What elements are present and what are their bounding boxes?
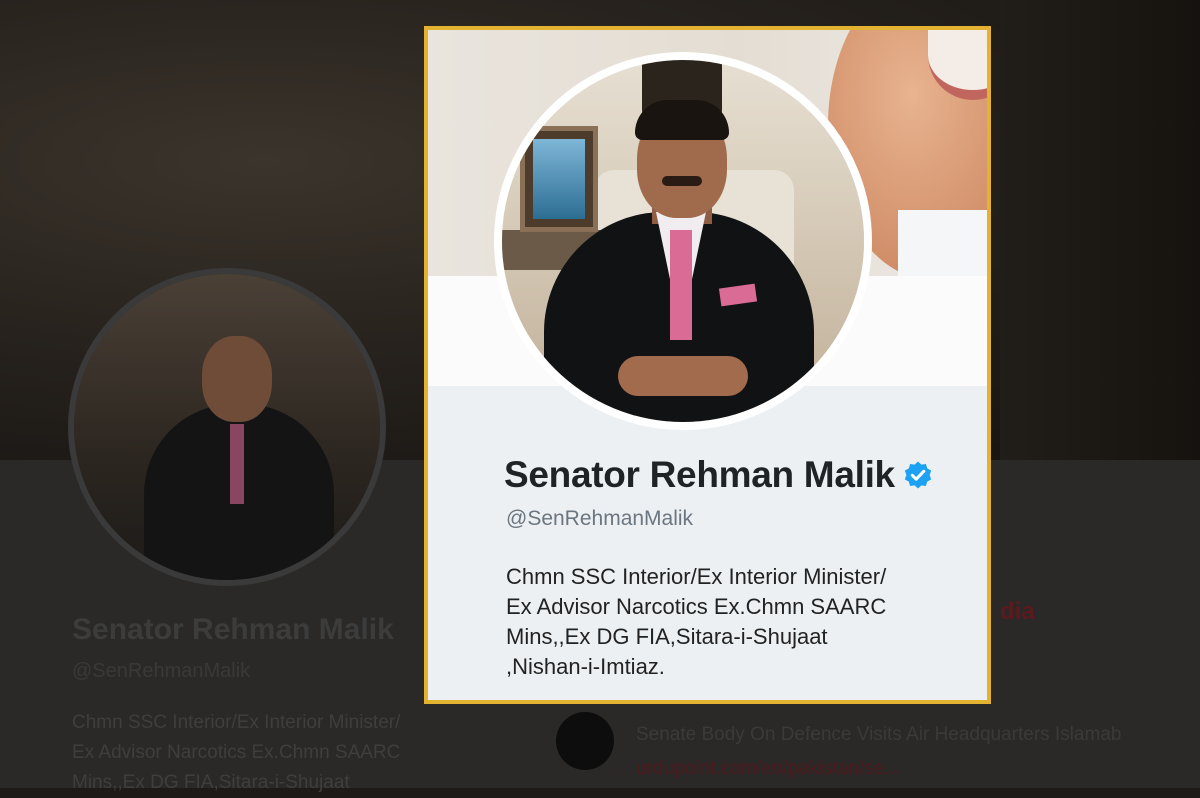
background-profile-bio: Chmn SSC Interior/Ex Interior Minister/ … bbox=[72, 708, 472, 798]
background-media-heading: dia bbox=[1000, 598, 1035, 625]
bio-line: Chmn SSC Interior/Ex Interior Minister/ bbox=[506, 564, 887, 589]
background-bio-line: Chmn SSC Interior/Ex Interior Minister/ bbox=[72, 712, 401, 733]
background-bio-line: Ex Advisor Narcotics Ex.Chmn SAARC bbox=[72, 742, 401, 763]
bio-line: ,Nishan-i-Imtiaz. bbox=[506, 654, 665, 679]
profile-avatar[interactable] bbox=[494, 52, 872, 430]
background-profile-name: Senator Rehman Malik bbox=[72, 613, 394, 646]
verified-badge-icon bbox=[904, 461, 932, 489]
profile-name[interactable]: Senator Rehman Malik bbox=[504, 454, 895, 496]
background-bio-line: Mins,,Ex DG FIA,Sitara-i-Shujaat bbox=[72, 772, 350, 793]
news-url-link[interactable]: urdupoint.com/en/pakistan/se... bbox=[636, 758, 900, 780]
profile-name-row: Senator Rehman Malik bbox=[504, 454, 933, 496]
background-avatar bbox=[68, 268, 386, 586]
bio-line: Mins,,Ex DG FIA,Sitara-i-Shujaat bbox=[506, 624, 828, 649]
profile-handle[interactable]: @SenRehmanMalik bbox=[506, 507, 693, 531]
profile-bio: Chmn SSC Interior/Ex Interior Minister/ … bbox=[506, 562, 966, 682]
bio-line: Ex Advisor Narcotics Ex.Chmn SAARC bbox=[506, 594, 887, 619]
background-profile-handle: @SenRehmanMalik bbox=[72, 660, 251, 682]
news-title-link[interactable]: Senate Body On Defence Visits Air Headqu… bbox=[636, 724, 1121, 746]
profile-card-highlight: Senator Rehman Malik @SenRehmanMalik Chm… bbox=[424, 26, 991, 704]
news-thumbnail bbox=[556, 712, 614, 770]
